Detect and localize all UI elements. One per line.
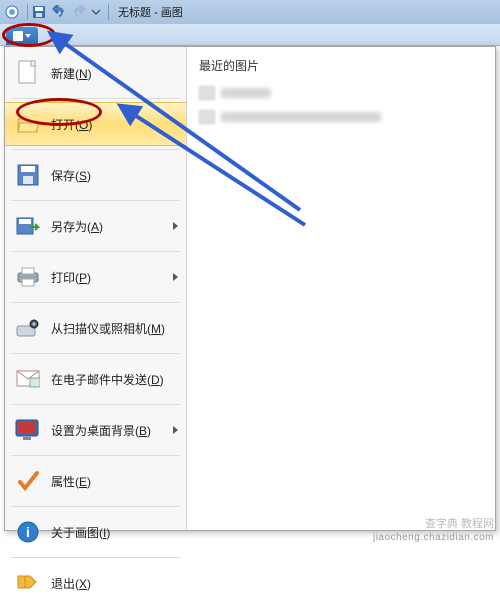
save-disk-icon xyxy=(15,162,41,188)
save-as-icon xyxy=(15,213,41,239)
menu-item-label: 关于画图(I) xyxy=(51,524,110,541)
svg-text:i: i xyxy=(26,524,30,540)
menu-item-properties[interactable]: 属性(E) xyxy=(5,459,186,503)
menu-item-send-email[interactable]: 在电子邮件中发送(D) xyxy=(5,357,186,401)
printer-icon xyxy=(15,264,41,290)
chevron-down-icon xyxy=(25,34,31,38)
menu-separator xyxy=(11,404,180,405)
recent-file-thumb-icon xyxy=(199,110,215,124)
menu-separator xyxy=(11,98,180,99)
title-bar: 无标题 - 画图 xyxy=(0,0,500,24)
window-title: 无标题 - 画图 xyxy=(118,4,183,20)
recent-files-header: 最近的图片 xyxy=(199,57,483,74)
file-tab-icon xyxy=(13,31,23,41)
file-menu-tab[interactable] xyxy=(6,27,38,45)
watermark-text: 查字典 教程网 xyxy=(425,515,494,531)
submenu-arrow-icon xyxy=(173,222,178,230)
menu-separator xyxy=(11,200,180,201)
menu-item-label: 在电子邮件中发送(D) xyxy=(51,371,164,388)
menu-separator xyxy=(11,353,180,354)
redo-icon[interactable] xyxy=(71,4,87,20)
menu-item-label: 另存为(A) xyxy=(51,218,103,235)
exit-icon xyxy=(15,570,41,596)
recent-files-panel: 最近的图片 xyxy=(187,47,495,530)
menu-item-from-scanner[interactable]: 从扫描仪或照相机(M) xyxy=(5,306,186,350)
qat-separator xyxy=(27,4,28,20)
menu-item-open[interactable]: 打开(O) xyxy=(5,102,186,146)
file-menu-list: 新建(N) 打开(O) 保存(S) 另存为(A) xyxy=(5,47,187,530)
menu-item-label: 从扫描仪或照相机(M) xyxy=(51,320,165,337)
menu-item-new[interactable]: 新建(N) xyxy=(5,51,186,95)
menu-item-save[interactable]: 保存(S) xyxy=(5,153,186,197)
menu-separator xyxy=(11,455,180,456)
menu-item-save-as[interactable]: 另存为(A) xyxy=(5,204,186,248)
open-folder-icon xyxy=(15,111,41,137)
app-icon xyxy=(4,4,20,20)
menu-item-label: 新建(N) xyxy=(51,65,92,82)
recent-file-name xyxy=(221,112,381,122)
submenu-arrow-icon xyxy=(173,273,178,281)
save-icon[interactable] xyxy=(31,4,47,20)
menu-item-label: 属性(E) xyxy=(51,473,91,490)
menu-item-about[interactable]: i 关于画图(I) xyxy=(5,510,186,554)
menu-item-print[interactable]: 打印(P) xyxy=(5,255,186,299)
menu-separator xyxy=(11,557,180,558)
menu-separator xyxy=(11,506,180,507)
menu-item-label: 保存(S) xyxy=(51,167,91,184)
menu-item-label: 设置为桌面背景(B) xyxy=(51,422,151,439)
info-icon: i xyxy=(15,519,41,545)
menu-separator xyxy=(11,251,180,252)
qat-customize-icon[interactable] xyxy=(91,4,101,20)
submenu-arrow-icon xyxy=(173,426,178,434)
menu-item-label: 退出(X) xyxy=(51,575,91,592)
scanner-camera-icon xyxy=(15,315,41,341)
recent-file-thumb-icon xyxy=(199,86,215,100)
email-icon xyxy=(15,366,41,392)
undo-icon[interactable] xyxy=(51,4,67,20)
recent-file-item[interactable] xyxy=(199,108,483,126)
file-menu-panel: 新建(N) 打开(O) 保存(S) 另存为(A) xyxy=(4,46,496,531)
recent-file-name xyxy=(221,88,271,98)
menu-separator xyxy=(11,302,180,303)
properties-check-icon xyxy=(15,468,41,494)
recent-file-item[interactable] xyxy=(199,84,483,102)
qat-separator xyxy=(108,4,109,20)
menu-item-exit[interactable]: 退出(X) xyxy=(5,561,186,605)
menu-item-label: 打印(P) xyxy=(51,269,91,286)
desktop-wallpaper-icon xyxy=(15,417,41,443)
ribbon-bar xyxy=(0,24,500,46)
new-file-icon xyxy=(15,60,41,86)
watermark-url: jiaocheng.chazidian.com xyxy=(373,532,494,543)
menu-item-label: 打开(O) xyxy=(51,116,92,133)
menu-item-set-wallpaper[interactable]: 设置为桌面背景(B) xyxy=(5,408,186,452)
menu-separator xyxy=(11,149,180,150)
